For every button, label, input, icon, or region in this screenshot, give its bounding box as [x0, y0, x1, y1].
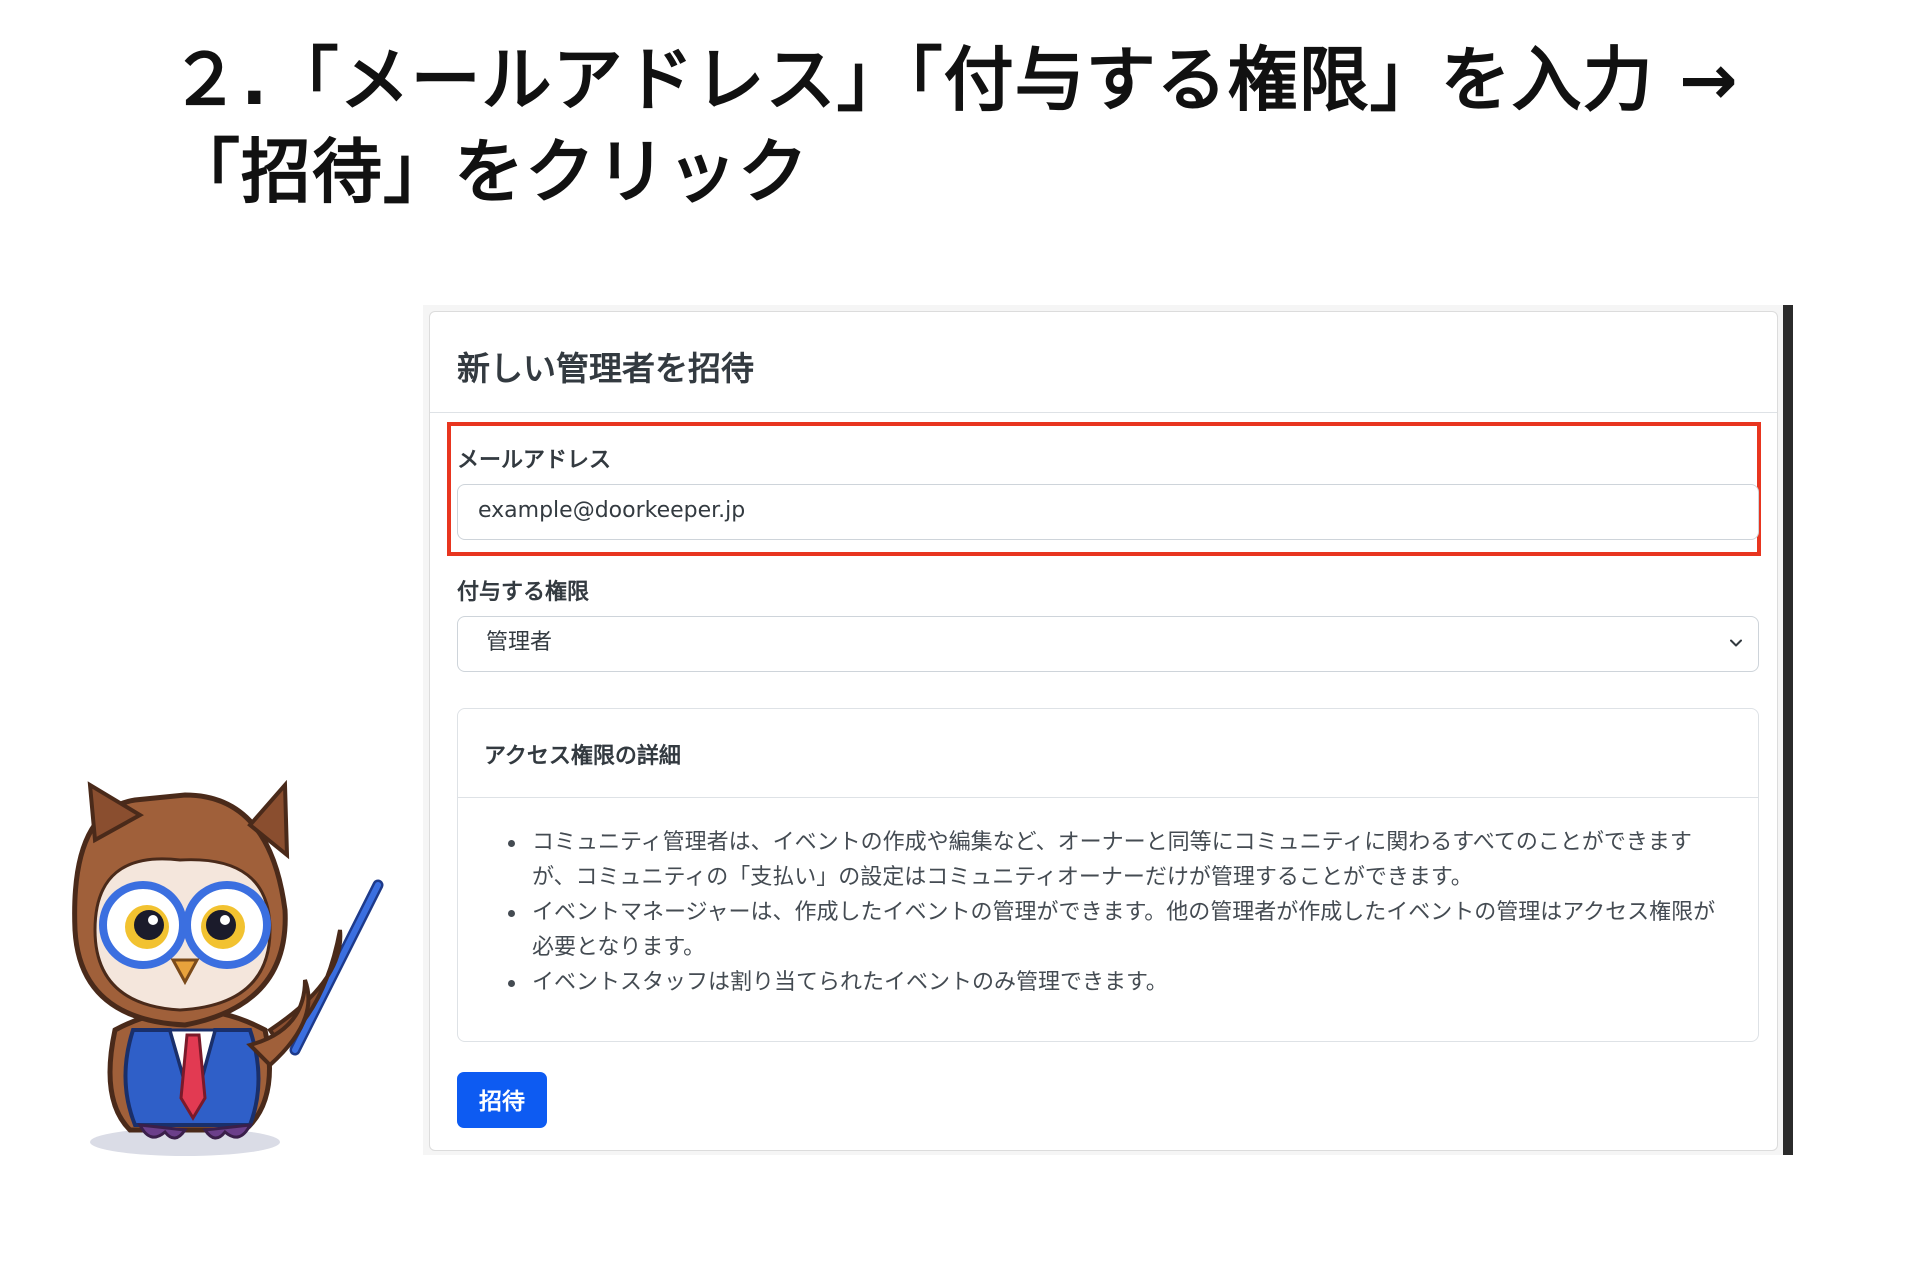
role-select-value: 管理者: [486, 630, 553, 655]
invite-admin-card: 新しい管理者を招待 メールアドレス example@doorkeeper.jp …: [429, 311, 1778, 1151]
screenshot-frame: 新しい管理者を招待 メールアドレス example@doorkeeper.jp …: [423, 305, 1793, 1155]
list-item: コミュニティ管理者は、イベントの作成や編集など、オーナーと同等にコミュニティに関…: [508, 825, 1718, 895]
email-input[interactable]: example@doorkeeper.jp: [457, 484, 1759, 540]
list-item: イベントマネージャーは、作成したイベントの管理ができます。他の管理者が作成したイ…: [508, 895, 1718, 965]
instruction-line-1: ２.「メールアドレス」「付与する権限」を入力 →: [170, 39, 1739, 121]
instruction-headline: ２.「メールアドレス」「付与する権限」を入力 → 「招待」をクリック: [170, 34, 1770, 218]
role-select[interactable]: 管理者: [457, 616, 1759, 672]
instruction-line-2: 「招待」をクリック: [170, 131, 809, 213]
access-details-list: コミュニティ管理者は、イベントの作成や編集など、オーナーと同等にコミュニティに関…: [508, 825, 1718, 1000]
card-header: 新しい管理者を招待: [430, 312, 1777, 413]
access-details-header: アクセス権限の詳細: [458, 709, 1758, 798]
role-label: 付与する権限: [457, 580, 590, 605]
invite-button[interactable]: 招待: [457, 1072, 547, 1128]
list-item: イベントスタッフは割り当てられたイベントのみ管理できます。: [508, 965, 1718, 1000]
access-details-card: アクセス権限の詳細 コミュニティ管理者は、イベントの作成や編集など、オーナーと同…: [457, 708, 1759, 1042]
email-label: メールアドレス: [457, 448, 612, 473]
access-details-title: アクセス権限の詳細: [484, 744, 681, 769]
window-edge: [1783, 305, 1793, 1155]
card-title: 新しい管理者を招待: [457, 349, 754, 388]
owl-teacher-icon: [72, 780, 384, 1156]
access-details-body: コミュニティ管理者は、イベントの作成や編集など、オーナーと同等にコミュニティに関…: [458, 825, 1758, 1000]
chevron-down-icon: [1730, 639, 1742, 647]
